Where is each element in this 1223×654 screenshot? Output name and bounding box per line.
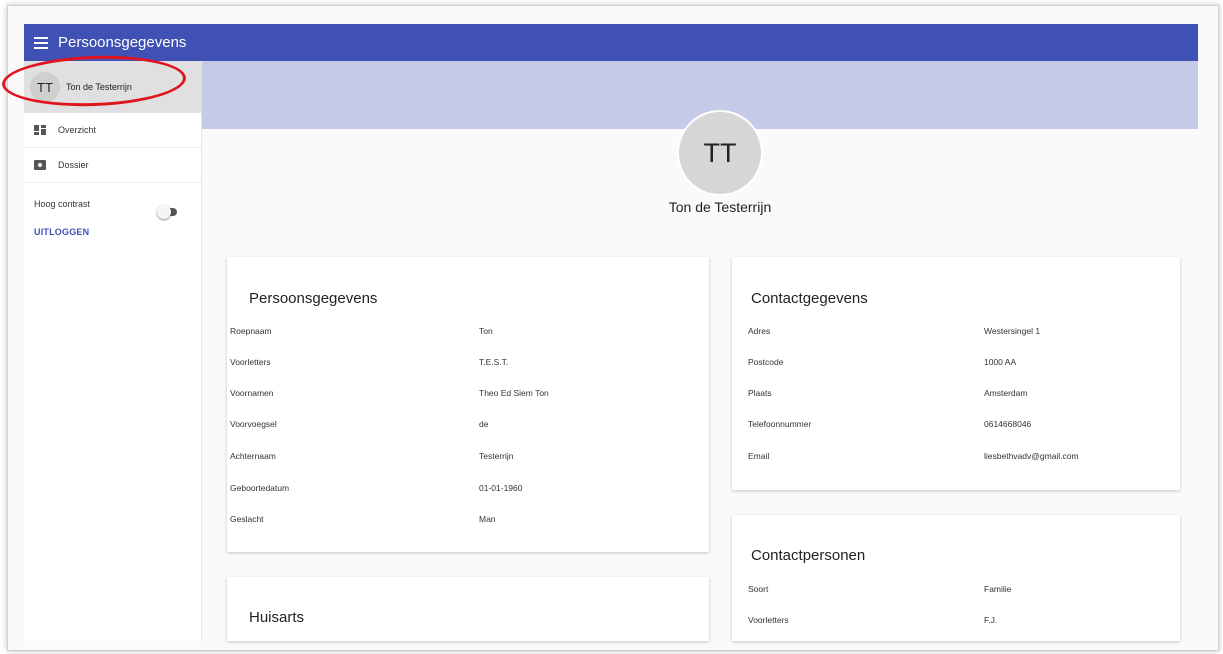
avatar: TT xyxy=(30,72,60,102)
sidebar-user-name: Ton de Testerrijn xyxy=(66,82,132,92)
field-row: Email liesbethvadv@gmail.com xyxy=(748,451,1079,461)
card-title: Huisarts xyxy=(249,609,305,626)
field-row: Voornamen Theo Ed Siem Ton xyxy=(230,388,549,398)
app-bar-title: Persoonsgegevens xyxy=(58,34,187,51)
field-row: Geboortedatum 01-01-1960 xyxy=(230,483,523,493)
field-row: Postcode 1000 AA xyxy=(748,357,1017,367)
card-contactpersonen: Contactpersonen Soort Familie Voorletters… xyxy=(732,515,1180,641)
card-title: Persoonsgegevens xyxy=(249,290,378,307)
card-persoonsgegevens: Persoonsgegevens Roepnaam Ton Voorletters… xyxy=(227,257,709,552)
app-bar: Persoonsgegevens xyxy=(24,24,1198,61)
field-row: Voorletters T.E.S.T. xyxy=(230,357,509,367)
dashboard-icon xyxy=(34,125,46,135)
logout-button[interactable]: UITLOGGEN xyxy=(24,227,201,237)
field-row: Roepnaam Ton xyxy=(230,326,493,336)
profile-name: Ton de Testerrijn xyxy=(668,199,772,215)
sidebar-item-label: Dossier xyxy=(58,160,89,170)
field-row: Telefoonnummer 0614668046 xyxy=(748,419,1032,429)
menu-icon[interactable] xyxy=(34,36,50,49)
field-row: Adres Westersingel 1 xyxy=(748,326,1041,336)
card-huisarts: Huisarts xyxy=(227,577,709,641)
card-title: Contactgegevens xyxy=(751,290,868,307)
sidebar-item-label: Overzicht xyxy=(58,125,97,135)
field-row: Voorletters F.J. xyxy=(748,615,998,625)
field-row: Plaats Amsterdam xyxy=(748,388,1028,398)
sidebar: TT Ton de Testerrijn Overzicht Dossier H… xyxy=(24,61,202,641)
high-contrast-toggle[interactable] xyxy=(157,205,179,219)
high-contrast-label: Hoog contrast xyxy=(34,199,91,209)
field-row: Soort Familie xyxy=(748,584,1012,594)
field-row: Voorvoegsel de xyxy=(230,419,489,429)
card-title: Contactpersonen xyxy=(751,547,866,564)
sidebar-item-overzicht[interactable]: Overzicht xyxy=(24,113,201,148)
field-row: Geslacht Man xyxy=(230,514,496,524)
profile-avatar: TT xyxy=(677,110,763,196)
sidebar-item-dossier[interactable]: Dossier xyxy=(24,148,201,183)
card-contactgegevens: Contactgegevens Adres Westersingel 1 Post… xyxy=(732,257,1180,490)
field-row: Achternaam Testerrijn xyxy=(230,451,514,461)
high-contrast-row: Hoog contrast xyxy=(24,183,201,225)
folder-account-icon xyxy=(34,160,46,170)
sidebar-user[interactable]: TT Ton de Testerrijn xyxy=(24,61,201,113)
